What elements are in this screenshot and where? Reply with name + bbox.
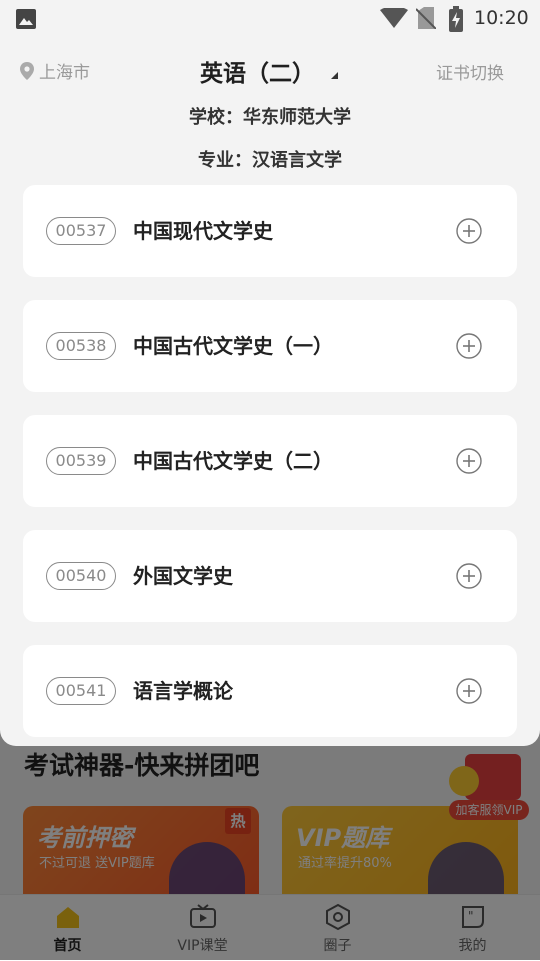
school-info: 学校：华东师范大学: [189, 107, 351, 128]
add-course-plus-icon[interactable]: [456, 218, 482, 244]
course-name: 中国古代文学史（一）: [133, 334, 333, 358]
course-name: 外国文学史: [133, 564, 233, 588]
course-code-badge: 00540: [46, 562, 116, 590]
battery-charging-icon: [449, 6, 463, 32]
course-code-badge: 00538: [46, 332, 116, 360]
location-label: 上海市: [39, 63, 90, 83]
status-bar: 10:20: [0, 0, 540, 36]
course-selection-sheet: 10:20 上海市 英语（二） 证书切换 学校：华东师范大学 专业：汉语言文学 …: [0, 0, 540, 746]
course-name: 中国古代文学史（二）: [133, 449, 333, 473]
course-code-badge: 00541: [46, 677, 116, 705]
status-time: 10:20: [474, 7, 529, 29]
add-course-plus-icon[interactable]: [456, 333, 482, 359]
add-course-plus-icon[interactable]: [456, 563, 482, 589]
add-course-plus-icon[interactable]: [456, 448, 482, 474]
location-pin-icon: [20, 61, 34, 80]
course-name: 中国现代文学史: [133, 219, 273, 243]
no-sim-icon: [416, 7, 436, 29]
wifi-signal-icon: [380, 8, 408, 28]
certificate-switch-button[interactable]: 证书切换: [436, 59, 504, 84]
course-card[interactable]: 00537 中国现代文学史: [23, 185, 517, 277]
exam-title-dropdown[interactable]: 英语（二）: [200, 54, 315, 88]
course-card[interactable]: 00538 中国古代文学史（一）: [23, 300, 517, 392]
location-selector[interactable]: 上海市: [20, 58, 90, 83]
dropdown-caret-icon: [331, 72, 338, 79]
course-code-badge: 00539: [46, 447, 116, 475]
course-code-badge: 00537: [46, 217, 116, 245]
course-card[interactable]: 00539 中国古代文学史（二）: [23, 415, 517, 507]
major-info: 专业：汉语言文学: [198, 150, 342, 171]
add-course-plus-icon[interactable]: [456, 678, 482, 704]
course-card[interactable]: 00540 外国文学史: [23, 530, 517, 622]
course-card[interactable]: 00541 语言学概论: [23, 645, 517, 737]
gallery-notification-icon: [16, 9, 36, 29]
course-name: 语言学概论: [133, 679, 233, 703]
